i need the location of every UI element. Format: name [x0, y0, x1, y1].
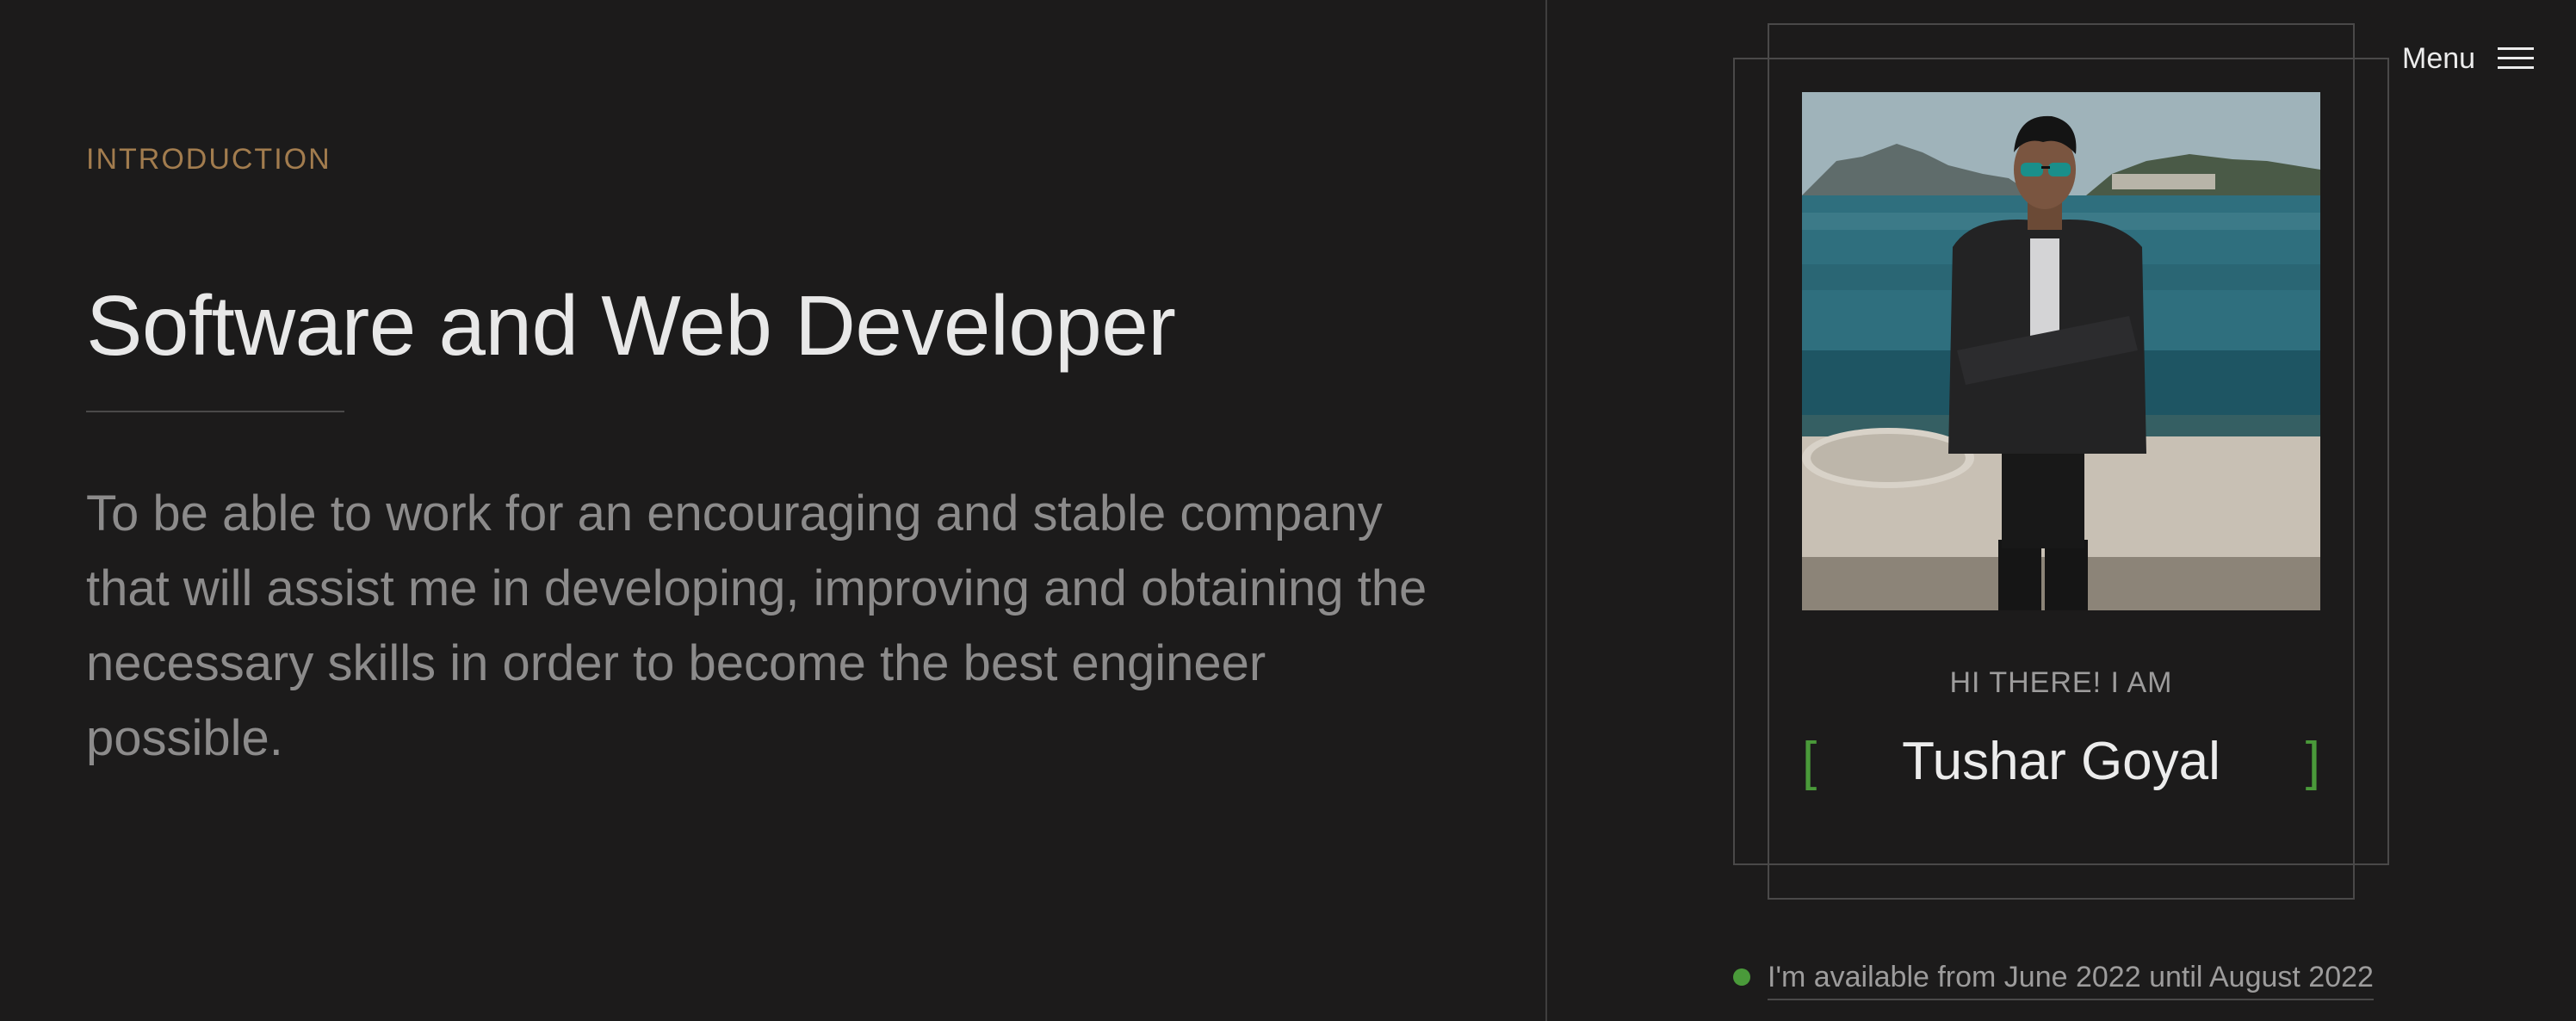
bracket-right: ] [2305, 732, 2320, 791]
page: INTRODUCTION Software and Web Developer … [0, 0, 2576, 1021]
menu-button[interactable]: Menu [2402, 40, 2535, 77]
intro-label: INTRODUCTION [86, 143, 331, 176]
availability-link[interactable]: I'm available from June 2022 until Augus… [1768, 956, 2374, 1000]
profile-name: Tushar Goyal [1902, 732, 2220, 791]
hamburger-icon [2498, 47, 2535, 70]
name-row: [ Tushar Goyal ] [1802, 727, 2320, 796]
menu-label: Menu [2402, 41, 2476, 75]
greeting: HI THERE! I AM [1949, 666, 2173, 699]
profile-photo [1802, 92, 2320, 610]
intro-description: To be able to work for an encouraging an… [86, 486, 1427, 766]
vertical-divider [1545, 0, 1547, 1021]
page-title: Software and Web Developer [86, 278, 1176, 373]
status-dot-icon [1733, 968, 1750, 986]
divider [86, 411, 344, 412]
